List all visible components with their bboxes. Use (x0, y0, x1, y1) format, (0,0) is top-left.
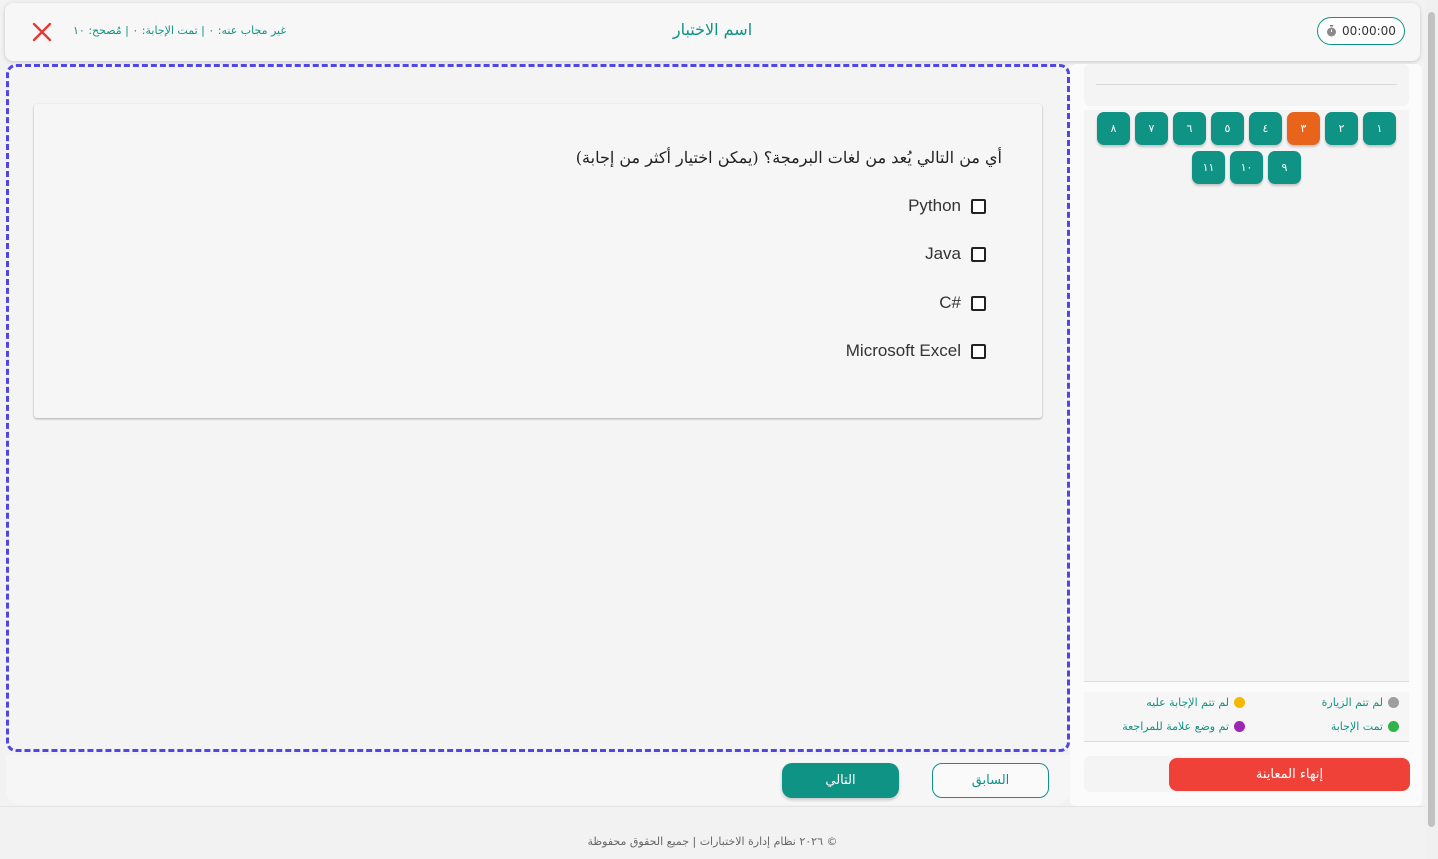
legend-label: تمت الإجابة (1330, 720, 1383, 733)
gray-dot-icon (1388, 697, 1399, 708)
legend-marked: تم وضع علامة للمراجعة (1122, 720, 1245, 733)
checkbox[interactable] (971, 246, 986, 262)
question-number-button[interactable]: ٤ (1249, 112, 1282, 145)
page-footer: © ٢٠٢٦ نظام إدارة الاختبارات | جميع الحق… (0, 806, 1425, 859)
checkbox[interactable] (971, 295, 986, 311)
checkbox[interactable] (971, 343, 986, 359)
option-label: Java (925, 244, 961, 263)
legend-answered: تمت الإجابة (1331, 720, 1399, 733)
timer-value: 00:00:00 (1342, 24, 1396, 38)
status-legend: لم تتم الزيارة لم تتم الإجابة عليه تمت ا… (1084, 692, 1409, 742)
legend-label: لم تتم الإجابة عليه (1146, 696, 1229, 709)
question-number-button[interactable]: ٧ (1135, 112, 1168, 145)
legend-label: لم تتم الزيارة (1321, 696, 1383, 709)
question-number-button[interactable]: ١١ (1192, 151, 1225, 184)
sidebar-header (1084, 64, 1409, 106)
question-number-button[interactable]: ٢ (1325, 112, 1358, 145)
option-java[interactable]: Java (925, 244, 986, 264)
timer: 00:00:00 (1317, 17, 1405, 45)
end-preview-button[interactable]: إنهاء المعاينة (1169, 758, 1410, 791)
legend-label: تم وضع علامة للمراجعة (1122, 720, 1229, 733)
option-label: Microsoft Excel (845, 341, 961, 360)
question-navigator: ١ ٢ ٣ ٤ ٥ ٦ ٧ ٨ ٩ ١٠ ١١ (1084, 110, 1409, 682)
question-number-button[interactable]: ١ (1363, 112, 1396, 145)
option-excel[interactable]: Microsoft Excel (846, 341, 986, 361)
navigation-bar: السابق التالي (6, 755, 1070, 805)
copyright-text: © ٢٠٢٦ نظام إدارة الاختبارات | جميع الحق… (587, 835, 838, 848)
next-button[interactable]: التالي (782, 763, 899, 798)
previous-button[interactable]: السابق (932, 763, 1049, 798)
question-number-button[interactable]: ٩ (1268, 151, 1301, 184)
yellow-dot-icon (1234, 697, 1245, 708)
option-csharp[interactable]: #C (939, 293, 986, 313)
question-number-button[interactable]: ٥ (1211, 112, 1244, 145)
purple-dot-icon (1234, 721, 1245, 732)
question-number-button[interactable]: ٨ (1097, 112, 1130, 145)
option-label: #C (939, 293, 961, 312)
sidebar: ١ ٢ ٣ ٤ ٥ ٦ ٧ ٨ ٩ ١٠ ١١ لم تتم الزيارة لم تتم الإج… (1070, 64, 1422, 806)
question-grid: ١ ٢ ٣ ٤ ٥ ٦ ٧ ٨ ٩ ١٠ ١١ (1084, 112, 1409, 184)
checkbox[interactable] (971, 198, 986, 214)
question-number-button[interactable]: ١٠ (1230, 151, 1263, 184)
end-container: إنهاء المعاينة (1084, 756, 1410, 792)
stopwatch-icon (1327, 25, 1337, 37)
legend-not-visited: لم تتم الزيارة (1322, 696, 1399, 709)
legend-not-answered: لم تتم الإجابة عليه (1146, 696, 1245, 709)
divider (1096, 84, 1397, 85)
question-area: أي من التالي يُعد من لغات البرمجة؟ (يمكن… (6, 64, 1070, 752)
question-text: أي من التالي يُعد من لغات البرمجة؟ (يمكن… (575, 148, 1002, 167)
header-bar: غير مجاب عنه: ٠ | تمت الإجابة: ٠ | مُصحح… (5, 3, 1420, 61)
page-title: اسم الاختبار (672, 20, 753, 39)
question-card: أي من التالي يُعد من لغات البرمجة؟ (يمكن… (34, 104, 1042, 418)
question-number-button[interactable]: ٣ (1287, 112, 1320, 145)
scrollbar[interactable] (1425, 0, 1438, 859)
question-number-button[interactable]: ٦ (1173, 112, 1206, 145)
option-label: Python (908, 196, 961, 215)
scrollbar-thumb[interactable] (1428, 12, 1435, 827)
green-dot-icon (1388, 721, 1399, 732)
option-python[interactable]: Python (908, 196, 986, 216)
